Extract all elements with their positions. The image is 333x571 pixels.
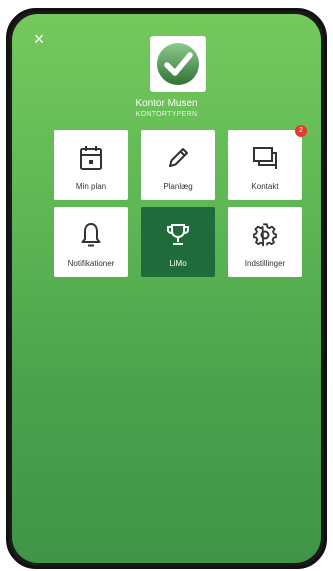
account-name: Kontor Musen (135, 98, 198, 109)
bell-icon (54, 219, 128, 251)
account-subtitle: KONTORTYPERN (135, 111, 198, 118)
tile-notifikationer[interactable]: Notifikationer (54, 207, 128, 277)
tile-label: Indstillinger (244, 259, 286, 268)
checkmark-logo-icon (157, 43, 199, 85)
trophy-icon (141, 219, 215, 251)
phone-frame: × Kontor Musen KONTORTYPERN Min plan Pla… (6, 8, 327, 569)
gear-icon (228, 219, 302, 251)
account-logo (150, 36, 206, 92)
tile-indstillinger[interactable]: Indstillinger (228, 207, 302, 277)
menu-grid: Min plan Planlæg Kontakt 2 Notifikatione… (54, 125, 307, 277)
tile-label: Kontakt (251, 182, 279, 191)
close-button[interactable]: × (30, 30, 48, 48)
pencil-icon (141, 142, 215, 174)
menu-screen: × Kontor Musen KONTORTYPERN Min plan Pla… (12, 14, 321, 563)
notification-badge: 2 (295, 125, 307, 137)
tile-planlaeg[interactable]: Planlæg (141, 130, 215, 200)
tile-min-plan[interactable]: Min plan (54, 130, 128, 200)
tile-label: LiMo (169, 259, 187, 268)
calendar-icon (54, 142, 128, 174)
tile-limo[interactable]: LiMo (141, 207, 215, 277)
chat-icon (228, 142, 302, 174)
tile-label: Min plan (75, 182, 107, 191)
tile-kontakt[interactable]: Kontakt 2 (228, 125, 307, 200)
tile-label: Notifikationer (67, 259, 115, 268)
tile-label: Planlæg (163, 182, 193, 191)
